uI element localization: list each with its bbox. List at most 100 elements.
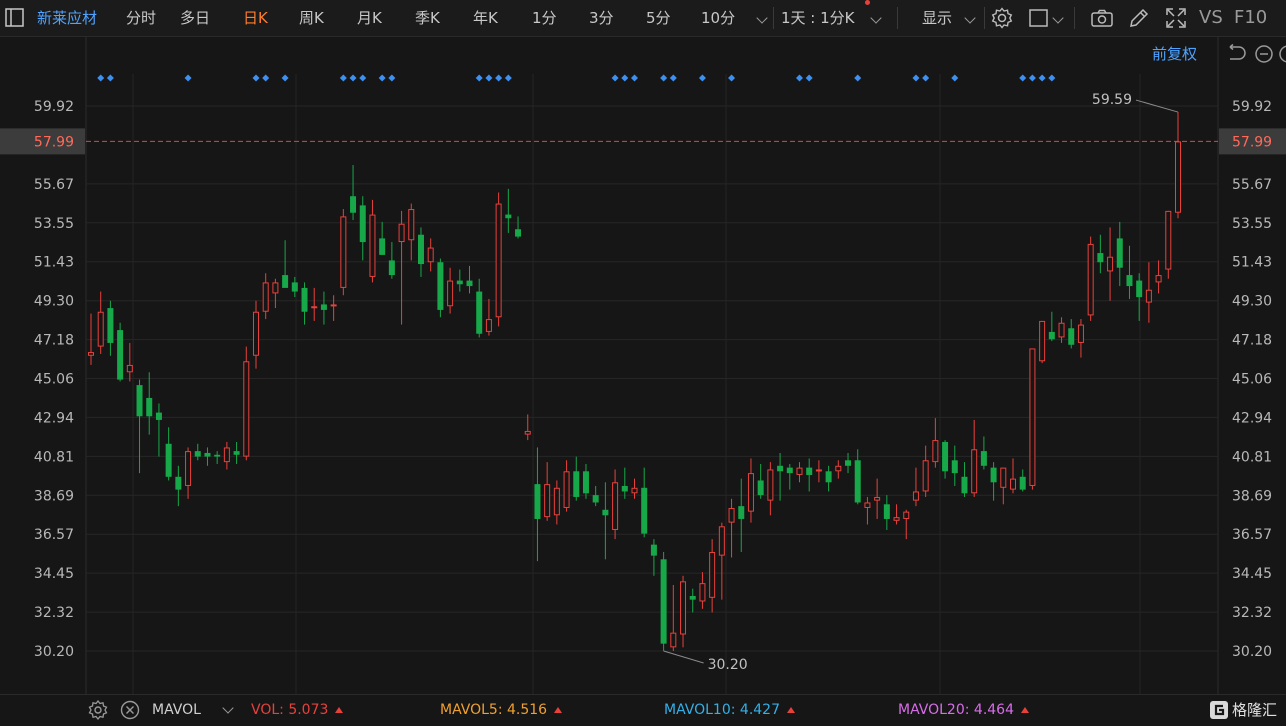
candle[interactable]	[864, 496, 871, 525]
candle[interactable]	[214, 451, 221, 464]
candle[interactable]	[1107, 227, 1114, 301]
tab-1min[interactable]: 1分	[532, 0, 557, 36]
event-marker[interactable]	[184, 74, 192, 82]
candle[interactable]	[563, 460, 570, 512]
candle[interactable]	[709, 539, 716, 613]
candle[interactable]	[883, 495, 890, 530]
event-marker[interactable]	[1048, 74, 1056, 82]
candle[interactable]	[641, 467, 648, 538]
candle[interactable]	[592, 485, 599, 507]
candle[interactable]	[825, 465, 832, 492]
event-marker[interactable]	[504, 74, 512, 82]
candle[interactable]	[786, 463, 793, 490]
candle[interactable]	[223, 441, 230, 470]
candle[interactable]	[1000, 467, 1007, 505]
event-marker[interactable]	[795, 74, 803, 82]
candle[interactable]	[854, 449, 861, 505]
candle[interactable]	[282, 240, 289, 288]
event-marker[interactable]	[698, 74, 706, 82]
camera-icon[interactable]	[1090, 6, 1114, 30]
event-marker[interactable]	[262, 74, 270, 82]
tab-daily-k[interactable]: 日K	[243, 0, 268, 36]
event-marker[interactable]	[388, 74, 396, 82]
event-marker[interactable]	[485, 74, 493, 82]
candle[interactable]	[1175, 112, 1181, 219]
candle[interactable]	[1048, 311, 1055, 342]
display-menu[interactable]: 显示	[922, 0, 952, 36]
candle[interactable]	[1010, 458, 1017, 494]
event-marker[interactable]	[621, 74, 629, 82]
pencil-draw-icon[interactable]	[1127, 6, 1151, 30]
candle[interactable]	[670, 584, 677, 651]
indicator-select[interactable]: MAVOL	[152, 695, 201, 726]
candle[interactable]	[893, 504, 900, 525]
tab-3min[interactable]: 3分	[589, 0, 614, 36]
indicator-close-icon[interactable]	[119, 699, 141, 721]
stock-name[interactable]: 新莱应材	[37, 0, 97, 36]
candle[interactable]	[573, 456, 580, 501]
event-marker[interactable]	[1028, 74, 1036, 82]
candle[interactable]	[971, 419, 978, 497]
f10-button[interactable]: F10	[1234, 0, 1267, 36]
candle[interactable]	[126, 342, 133, 382]
candle[interactable]	[912, 467, 919, 507]
layout-square-icon[interactable]	[1027, 6, 1051, 30]
candle[interactable]	[146, 372, 153, 435]
candle[interactable]	[951, 445, 958, 486]
candle[interactable]	[311, 287, 318, 321]
candle[interactable]	[408, 203, 415, 261]
indicator-chevron-icon[interactable]	[222, 702, 234, 714]
candle[interactable]	[379, 221, 386, 255]
candle[interactable]	[1126, 245, 1133, 299]
candle[interactable]	[621, 467, 628, 499]
candle[interactable]	[1087, 236, 1094, 321]
candle[interactable]	[515, 216, 522, 239]
event-marker[interactable]	[669, 74, 677, 82]
tab-10min[interactable]: 10分	[701, 0, 735, 36]
candle[interactable]	[466, 265, 473, 294]
candle[interactable]	[1029, 348, 1036, 490]
candle[interactable]	[835, 460, 842, 479]
candle[interactable]	[1145, 262, 1152, 323]
tab-fenshi[interactable]: 分时	[126, 0, 156, 36]
candle[interactable]	[796, 462, 803, 483]
candle[interactable]	[1019, 469, 1026, 492]
candle[interactable]	[718, 522, 725, 600]
candle[interactable]	[602, 482, 609, 560]
candle[interactable]	[728, 498, 735, 558]
tab-weekly-k[interactable]: 周K	[299, 0, 324, 36]
event-marker[interactable]	[611, 74, 619, 82]
candle[interactable]	[359, 196, 366, 261]
candle[interactable]	[961, 462, 968, 497]
candle[interactable]	[398, 210, 405, 325]
fullscreen-icon[interactable]	[1164, 6, 1188, 30]
kline-chart[interactable]: 59.92 57.99 55.67 53.55 51.43 49.30 47.18 45.06…	[0, 36, 1286, 694]
candle[interactable]	[777, 452, 784, 501]
period-more-chevron-icon[interactable]	[756, 12, 768, 24]
candle[interactable]	[437, 258, 444, 318]
candle[interactable]	[330, 295, 337, 321]
tab-yearly-k[interactable]: 年K	[473, 0, 498, 36]
candle[interactable]	[534, 447, 541, 562]
candle[interactable]	[757, 463, 764, 499]
candle[interactable]	[272, 278, 279, 309]
candle[interactable]	[505, 188, 512, 233]
candle[interactable]	[369, 199, 376, 283]
candle[interactable]	[194, 443, 201, 461]
candle[interactable]	[427, 238, 434, 272]
sidebar-toggle-icon[interactable]	[4, 6, 26, 30]
candle[interactable]	[388, 242, 395, 279]
candle[interactable]	[553, 480, 560, 525]
candle[interactable]	[680, 575, 687, 648]
candle[interactable]	[747, 458, 754, 523]
candle[interactable]	[320, 291, 327, 325]
candle[interactable]	[417, 227, 424, 277]
candle[interactable]	[136, 379, 143, 474]
candle[interactable]	[738, 478, 745, 552]
candle[interactable]	[612, 469, 619, 540]
candle[interactable]	[233, 441, 240, 464]
candle[interactable]	[582, 463, 589, 499]
candle[interactable]	[1136, 273, 1143, 321]
candle[interactable]	[1165, 210, 1172, 279]
candle[interactable]	[1155, 260, 1162, 294]
